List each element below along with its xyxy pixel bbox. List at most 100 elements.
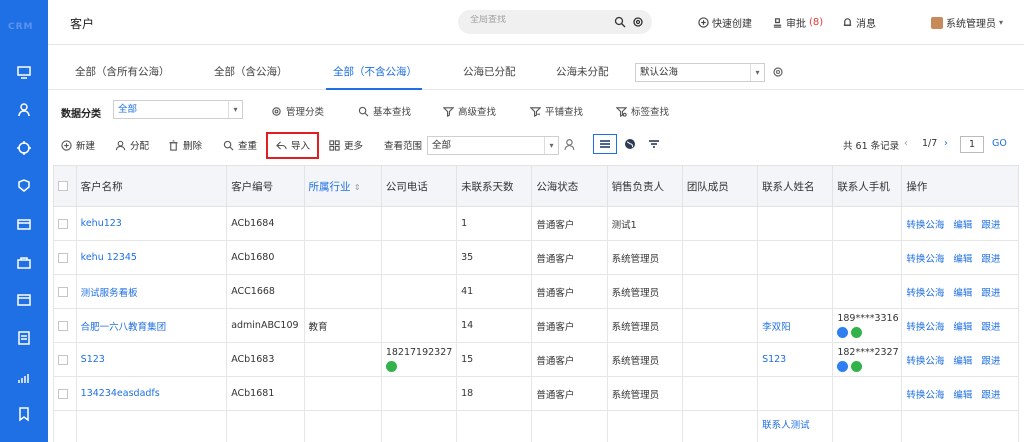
- convert-pool-link[interactable]: 转换公海: [906, 288, 944, 299]
- more-button[interactable]: 更多: [329, 138, 363, 152]
- next-page-icon[interactable]: ›: [944, 138, 948, 149]
- row-checkbox[interactable]: [53, 274, 77, 309]
- edit-link[interactable]: 编辑: [953, 254, 972, 265]
- edit-link[interactable]: 编辑: [953, 288, 972, 299]
- tag-search-button[interactable]: 标签查找: [616, 104, 669, 118]
- follow-up-link[interactable]: 跟进: [981, 322, 1000, 333]
- convert-pool-link[interactable]: 转换公海: [906, 322, 944, 333]
- advanced-search-button[interactable]: 高级查找: [443, 104, 496, 118]
- row-checkbox[interactable]: [53, 342, 77, 377]
- message-icon[interactable]: [837, 361, 849, 372]
- days-uncontacted: 14: [456, 308, 533, 343]
- customer-name-link[interactable]: 134234easdadfs: [75, 376, 228, 411]
- contact-name[interactable]: [757, 240, 834, 275]
- user-menu[interactable]: 系统管理员 ▾: [931, 15, 1003, 30]
- users-icon[interactable]: [564, 138, 577, 151]
- delete-button[interactable]: 删除: [168, 138, 202, 152]
- map-view-button[interactable]: [618, 134, 642, 154]
- phone-call-icon[interactable]: [385, 361, 397, 372]
- select-all-checkbox[interactable]: [53, 165, 77, 207]
- approval-button[interactable]: 审批 (8): [772, 15, 823, 30]
- category-select[interactable]: 全部 ▾: [113, 100, 243, 119]
- new-button[interactable]: 新建: [61, 138, 95, 152]
- message-icon[interactable]: [837, 327, 849, 338]
- customer-name-link[interactable]: kehu123: [75, 206, 228, 241]
- phone-call-icon[interactable]: [851, 361, 863, 372]
- gear-icon[interactable]: [632, 16, 644, 28]
- assign-button[interactable]: 分配: [115, 138, 149, 152]
- customer-name-link[interactable]: [75, 410, 228, 442]
- customer-name-link[interactable]: 合肥一六八教育集团: [75, 308, 228, 343]
- tab-all-excl-pool[interactable]: 全部（不含公海）: [333, 64, 417, 79]
- contact-name[interactable]: S123: [757, 342, 834, 377]
- folder-icon[interactable]: [14, 214, 34, 234]
- manage-category-button[interactable]: 管理分类: [271, 104, 324, 118]
- contact-name[interactable]: [757, 274, 834, 309]
- customer-name-link[interactable]: kehu 12345: [75, 240, 228, 275]
- tab-all-incl-pool[interactable]: 全部（含公海）: [214, 64, 288, 79]
- follow-up-link[interactable]: 跟进: [981, 390, 1000, 401]
- global-search[interactable]: [458, 10, 652, 34]
- convert-pool-link[interactable]: 转换公海: [906, 356, 944, 367]
- user-name: 系统管理员: [946, 19, 996, 30]
- scope-select[interactable]: 全部 ▾: [427, 136, 559, 155]
- edit-link[interactable]: 编辑: [953, 390, 972, 401]
- contact-name[interactable]: [757, 206, 834, 241]
- filter-icon: [443, 106, 454, 117]
- follow-up-link[interactable]: 跟进: [981, 288, 1000, 299]
- list-view-button[interactable]: [593, 134, 617, 154]
- import-button[interactable]: 导入: [276, 138, 310, 152]
- bookmark-icon[interactable]: [14, 404, 34, 424]
- row-checkbox[interactable]: [53, 206, 77, 241]
- chevron-down-icon: ▾: [750, 64, 764, 81]
- gear-icon[interactable]: [772, 66, 784, 78]
- search-input[interactable]: [470, 15, 590, 25]
- go-button[interactable]: GO: [992, 138, 1007, 149]
- quick-create-button[interactable]: 快速创建: [698, 15, 752, 30]
- contact-name[interactable]: 联系人测试: [757, 410, 834, 442]
- contact-name[interactable]: [757, 376, 834, 411]
- box-icon[interactable]: [14, 290, 34, 310]
- contact-mobile: [832, 274, 903, 309]
- tab-pool-unassigned[interactable]: 公海未分配: [556, 64, 609, 79]
- messages-button[interactable]: 消息: [842, 15, 876, 30]
- convert-pool-link[interactable]: 转换公海: [906, 390, 944, 401]
- row-checkbox[interactable]: [53, 240, 77, 275]
- phone-call-icon[interactable]: [851, 327, 863, 338]
- bag-icon[interactable]: [14, 252, 34, 272]
- dedupe-button[interactable]: 查重: [223, 138, 257, 152]
- col-industry[interactable]: 所属行业 ⇕: [303, 165, 382, 207]
- top-header: 客户 快速创建 审批 (8) 消息 系统管理员 ▾: [48, 0, 1024, 45]
- edit-link[interactable]: 编辑: [953, 220, 972, 231]
- filter-view-button[interactable]: [642, 134, 666, 154]
- tab-all-incl-all-pools[interactable]: 全部（含所有公海）: [75, 64, 170, 79]
- edit-link[interactable]: 编辑: [953, 322, 972, 333]
- basic-search-button[interactable]: 基本查找: [358, 104, 411, 118]
- page-number-input[interactable]: 1: [960, 136, 984, 153]
- pool-select[interactable]: 默认公海 ▾: [635, 63, 765, 82]
- follow-up-link[interactable]: 跟进: [981, 220, 1000, 231]
- shield-icon[interactable]: [14, 176, 34, 196]
- convert-pool-link[interactable]: 转换公海: [906, 254, 944, 265]
- flat-search-button[interactable]: 平铺查找: [530, 104, 583, 118]
- search-icon[interactable]: [614, 16, 626, 28]
- list-icon[interactable]: [14, 328, 34, 348]
- follow-up-link[interactable]: 跟进: [981, 356, 1000, 367]
- user-icon[interactable]: [14, 100, 34, 120]
- row-actions: 转换公海 编辑 跟进: [901, 274, 1019, 309]
- monitor-icon[interactable]: [14, 62, 34, 82]
- row-checkbox[interactable]: [53, 308, 77, 343]
- customer-name-link[interactable]: 测试服务看板: [75, 274, 228, 309]
- follow-up-link[interactable]: 跟进: [981, 254, 1000, 265]
- edit-link[interactable]: 编辑: [953, 356, 972, 367]
- chart-icon[interactable]: [14, 368, 34, 388]
- customer-name-link[interactable]: S123: [75, 342, 228, 377]
- contact-name[interactable]: 李双阳: [757, 308, 834, 343]
- row-checkbox[interactable]: [53, 410, 77, 442]
- row-checkbox[interactable]: [53, 376, 77, 411]
- sales-owner: 系统管理员: [606, 342, 683, 377]
- crosshair-icon[interactable]: [14, 138, 34, 158]
- tab-pool-assigned[interactable]: 公海已分配: [463, 64, 516, 79]
- prev-page-icon[interactable]: ‹: [904, 138, 908, 149]
- convert-pool-link[interactable]: 转换公海: [906, 220, 944, 231]
